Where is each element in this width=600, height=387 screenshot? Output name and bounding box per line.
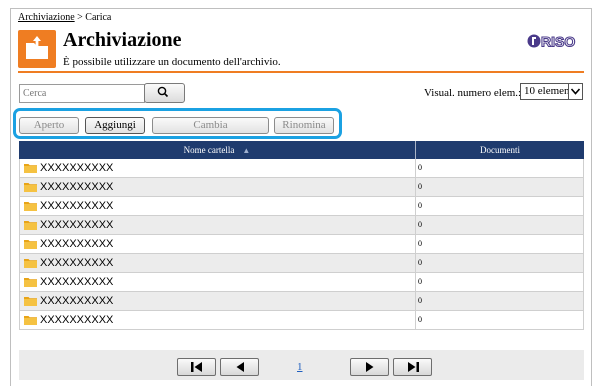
page-number-link[interactable]: 1: [297, 361, 303, 373]
documents-count: 0: [418, 239, 422, 248]
folder-icon: [24, 278, 37, 287]
folder-name-cell: XXXXXXXXXX: [24, 216, 113, 234]
next-page-icon: [365, 362, 373, 372]
cell-divider: [415, 254, 416, 272]
documents-count: 0: [418, 258, 422, 267]
folder-name: XXXXXXXXXX: [40, 200, 114, 212]
cell-divider: [415, 178, 416, 196]
table-row[interactable]: XXXXXXXXXX 0: [19, 216, 584, 235]
documents-count: 0: [418, 220, 422, 229]
folder-name: XXXXXXXXXX: [40, 295, 114, 307]
cell-divider: [415, 273, 416, 291]
folder-name-cell: XXXXXXXXXX: [24, 273, 113, 291]
table-row[interactable]: XXXXXXXXXX 0: [19, 197, 584, 216]
folder-icon: [24, 221, 37, 230]
cell-divider: [415, 159, 416, 177]
folder-icon: [24, 240, 37, 249]
folder-name: XXXXXXXXXX: [40, 219, 114, 231]
change-button[interactable]: Cambia: [152, 117, 269, 134]
last-page-button[interactable]: [393, 358, 432, 376]
documents-count: 0: [418, 296, 422, 305]
table-body: XXXXXXXXXX 0 XXXXXXXXXX 0 XXXXXXXXXX 0 XXXXXXX…: [19, 159, 584, 330]
table-row[interactable]: XXXXXXXXXX 0: [19, 159, 584, 178]
cell-divider: [415, 235, 416, 253]
view-count-select[interactable]: 10 elementi: [520, 83, 583, 100]
next-page-button[interactable]: [350, 358, 389, 376]
folder-icon: [24, 183, 37, 192]
sort-ascending-icon: ▲: [242, 146, 251, 155]
breadcrumb-link-archiviazione[interactable]: Archiviazione: [18, 12, 75, 23]
folder-name-cell: XXXXXXXXXX: [24, 235, 113, 253]
riso-logo: RISO: [527, 33, 585, 54]
first-page-button[interactable]: [177, 358, 216, 376]
previous-page-icon: [236, 362, 244, 372]
table-header: Nome cartella ▲ Documenti: [19, 141, 584, 159]
folder-name: XXXXXXXXXX: [40, 257, 114, 269]
documents-count: 0: [418, 182, 422, 191]
table-row[interactable]: XXXXXXXXXX 0: [19, 254, 584, 273]
documents-count: 0: [418, 163, 422, 172]
folder-name-cell: XXXXXXXXXX: [24, 292, 113, 310]
first-page-icon: [190, 362, 202, 372]
breadcrumb: Archiviazione > Carica: [18, 12, 111, 23]
folder-name-cell: XXXXXXXXXX: [24, 159, 113, 177]
folder-icon: [24, 316, 37, 325]
cell-divider: [415, 197, 416, 215]
table-row[interactable]: XXXXXXXXXX 0: [19, 178, 584, 197]
header-divider: [18, 71, 584, 73]
page-title: Archiviazione: [63, 29, 182, 51]
column-header-documents[interactable]: Documenti: [416, 141, 584, 159]
open-button[interactable]: Aperto: [19, 117, 79, 134]
folder-name-cell: XXXXXXXXXX: [24, 254, 113, 272]
page-description: È possibile utilizzare un documento dell…: [63, 56, 281, 68]
folder-icon: [24, 297, 37, 306]
chevron-down-icon: [568, 84, 582, 99]
cell-divider: [415, 311, 416, 329]
view-count-label: Visual. numero elem.:: [424, 87, 522, 99]
documents-count: 0: [418, 201, 422, 210]
table-row[interactable]: XXXXXXXXXX 0: [19, 311, 584, 330]
last-page-icon: [407, 362, 419, 372]
folder-name-cell: XXXXXXXXXX: [24, 178, 113, 196]
rename-button[interactable]: Rinomina: [274, 117, 334, 134]
search-icon: [157, 86, 169, 98]
table-row[interactable]: XXXXXXXXXX 0: [19, 273, 584, 292]
folder-name: XXXXXXXXXX: [40, 181, 114, 193]
folder-upload-icon: [18, 30, 56, 68]
folder-name: XXXXXXXXXX: [40, 276, 114, 288]
folder-name: XXXXXXXXXX: [40, 314, 114, 326]
folder-icon: [24, 259, 37, 268]
folder-name: XXXXXXXXXX: [40, 238, 114, 250]
table-row[interactable]: XXXXXXXXXX 0: [19, 235, 584, 254]
breadcrumb-current: Carica: [85, 12, 112, 23]
add-button[interactable]: Aggiungi: [85, 117, 145, 134]
previous-page-button[interactable]: [220, 358, 259, 376]
search-button[interactable]: [144, 83, 185, 103]
svg-text:RISO: RISO: [541, 34, 575, 50]
column-header-name-label: Nome cartella: [183, 145, 235, 155]
folder-name: XXXXXXXXXX: [40, 162, 114, 174]
cell-divider: [415, 216, 416, 234]
column-header-name[interactable]: Nome cartella ▲: [19, 141, 415, 159]
documents-count: 0: [418, 277, 422, 286]
folder-name-cell: XXXXXXXXXX: [24, 311, 113, 329]
folder-table: Nome cartella ▲ Documenti XXXXXXXXXX 0 XXXX…: [19, 141, 584, 330]
folder-name-cell: XXXXXXXXXX: [24, 197, 113, 215]
folder-icon: [24, 164, 37, 173]
breadcrumb-separator: >: [74, 12, 86, 23]
documents-count: 0: [418, 315, 422, 324]
search-input[interactable]: [19, 84, 145, 103]
cell-divider: [415, 292, 416, 310]
folder-icon: [24, 202, 37, 211]
table-row[interactable]: XXXXXXXXXX 0: [19, 292, 584, 311]
